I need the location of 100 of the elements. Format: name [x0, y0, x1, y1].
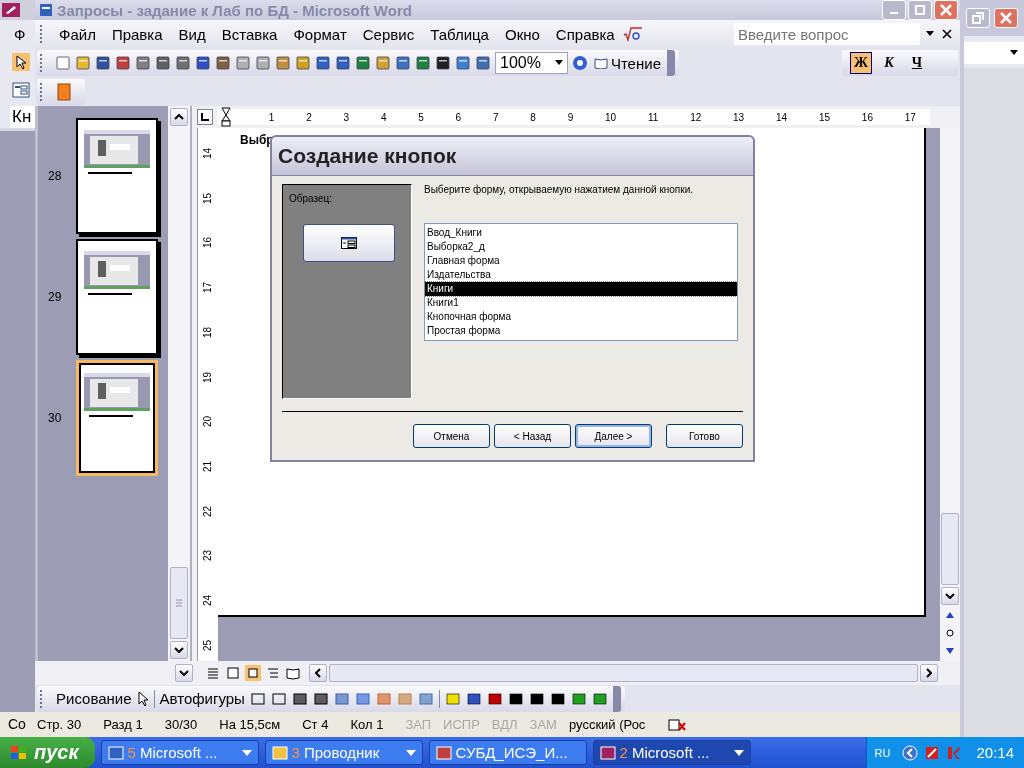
- dropdown-arrow-icon[interactable]: [926, 31, 934, 37]
- dialog-button[interactable]: < Назад: [494, 424, 571, 448]
- language-field[interactable]: русский (Рос: [568, 717, 646, 732]
- reading-view-icon[interactable]: [285, 665, 301, 681]
- scroll-down-button[interactable]: [170, 641, 188, 659]
- list-item[interactable]: Простая форма: [425, 324, 737, 338]
- start-button[interactable]: пуск: [0, 737, 95, 768]
- toolbar-options-button[interactable]: [612, 685, 621, 712]
- page-number: 29: [48, 290, 63, 304]
- collapse-tray-icon[interactable]: [902, 744, 919, 761]
- menu-item[interactable]: Вид: [170, 25, 214, 43]
- ruler-number: 3: [343, 111, 350, 123]
- ruler-number: 15: [202, 192, 214, 204]
- close-button[interactable]: [994, 8, 1018, 28]
- browse-object-icon[interactable]: [946, 629, 954, 637]
- select-pointer-icon[interactable]: [136, 690, 149, 707]
- pointer-icon[interactable]: [12, 53, 30, 71]
- clock: 20:14: [976, 744, 1014, 761]
- list-item[interactable]: Издательства: [425, 268, 737, 282]
- ruler-number: 12: [690, 111, 702, 123]
- menu-item[interactable]: Справка: [547, 25, 623, 43]
- page-number: 30: [48, 411, 63, 425]
- list-item[interactable]: Книги1: [425, 296, 737, 310]
- app-icon[interactable]: [0, 0, 35, 20]
- format-button[interactable]: Ч: [906, 52, 928, 74]
- ruler-number: 19: [202, 371, 214, 383]
- status-field: 30/30: [164, 717, 198, 732]
- list-item[interactable]: Книги: [425, 282, 737, 296]
- text-field[interactable]: Кн: [10, 106, 35, 128]
- outline-view-icon[interactable]: [265, 665, 281, 681]
- vertical-ruler[interactable]: 14 15 16 17 18 19 20 21 22 23 24 25: [197, 128, 218, 661]
- ruler-number: 5: [418, 111, 424, 123]
- book-icon[interactable]: [55, 83, 73, 101]
- spelling-status-icon[interactable]: [667, 716, 688, 733]
- format-button[interactable]: Ж: [850, 52, 872, 74]
- form-icon[interactable]: [12, 82, 30, 98]
- format-button[interactable]: К: [878, 52, 900, 74]
- reading-button[interactable]: Чтение: [591, 54, 663, 72]
- taskbar-button[interactable]: СУБД_ИСЭ_И...: [428, 740, 587, 765]
- ruler-number: 18: [202, 326, 214, 338]
- menu-item[interactable]: Окно: [496, 25, 548, 43]
- taskbar-button[interactable]: 5 Microsoft ...: [100, 740, 259, 765]
- equation-icon[interactable]: [622, 26, 643, 42]
- list-item[interactable]: Выборка2_д: [425, 240, 737, 254]
- ruler-number: 13: [733, 111, 745, 123]
- list-item[interactable]: Кнопочная форма: [425, 310, 737, 324]
- ruler-number: 15: [818, 111, 831, 123]
- scrollbar-thumb[interactable]: [170, 567, 188, 639]
- menu-item[interactable]: Таблица: [422, 25, 497, 43]
- close-icon[interactable]: [942, 29, 952, 39]
- flag-icon: [10, 744, 28, 761]
- menu-item[interactable]: Сервис: [354, 25, 423, 43]
- scroll-down-button[interactable]: [941, 587, 959, 605]
- scroll-up-button[interactable]: [170, 108, 188, 126]
- forms-listbox[interactable]: Ввод_Книги Выборка2_д Главная форма Издательства Книги Книги1 Кнопочная форма Простая форма: [424, 223, 738, 341]
- scrollbar-thumb[interactable]: [941, 513, 959, 585]
- dialog-button[interactable]: Далее >: [575, 424, 652, 448]
- normal-view-icon[interactable]: [205, 665, 221, 681]
- left-tab-icon: [200, 112, 210, 122]
- autoshapes-menu[interactable]: Автофигуры: [159, 690, 245, 707]
- menu-item[interactable]: Файл: [51, 25, 104, 43]
- help-icon[interactable]: [571, 55, 588, 71]
- page-thumbnail[interactable]: [76, 239, 158, 355]
- menu-item[interactable]: Вставка: [213, 25, 286, 43]
- print-layout-icon[interactable]: [245, 665, 261, 681]
- menu-item[interactable]: Ф: [14, 25, 26, 43]
- taskbar-button[interactable]: 3 Проводник: [264, 740, 423, 765]
- menu-item[interactable]: Правка: [103, 25, 171, 43]
- web-view-icon[interactable]: [225, 665, 241, 681]
- dialog-button[interactable]: Отмена: [413, 424, 490, 448]
- menu-item[interactable]: Формат: [285, 25, 355, 43]
- list-item[interactable]: Ввод_Книги: [425, 226, 737, 240]
- scroll-right-button[interactable]: [920, 664, 938, 682]
- taskbar-button[interactable]: 2 Microsoft ...: [592, 740, 751, 765]
- ruler-number: 8: [530, 111, 536, 123]
- tab-selector-button[interactable]: [197, 109, 213, 125]
- close-button[interactable]: [934, 0, 958, 20]
- toolbar-options-button[interactable]: [666, 50, 675, 76]
- ruler-number: 17: [202, 282, 214, 294]
- help-search-field[interactable]: Введите вопрос: [734, 23, 920, 45]
- status-text: Со: [0, 712, 35, 737]
- sample-button[interactable]: [303, 224, 395, 262]
- dialog-button[interactable]: Готово: [666, 424, 743, 448]
- window-title: Запросы - задание к Лаб по БД - Microsoft Word: [57, 1, 412, 19]
- horizontal-ruler[interactable]: 1 2 3 4 5 6 7 8 9 10 11 12 13 14 15 16 17: [217, 109, 930, 125]
- scroll-down-button[interactable]: [175, 664, 193, 682]
- page-thumbnail[interactable]: [76, 118, 158, 234]
- drawing-menu[interactable]: Рисование: [56, 690, 132, 707]
- list-item[interactable]: Главная форма: [425, 254, 737, 268]
- caret-icon: [1010, 50, 1018, 56]
- close-icon: [1000, 12, 1012, 24]
- zoom-field[interactable]: 100%: [495, 52, 568, 74]
- scroll-left-button[interactable]: [309, 664, 327, 682]
- scrollbar-thumb[interactable]: [329, 664, 918, 682]
- caret-icon[interactable]: [554, 60, 563, 66]
- next-page-icon[interactable]: [946, 647, 954, 655]
- minimize-icon: [890, 12, 898, 14]
- previous-page-icon[interactable]: [946, 611, 954, 619]
- indent-marker-icon[interactable]: [221, 107, 231, 127]
- ruler-number: 24: [202, 595, 214, 607]
